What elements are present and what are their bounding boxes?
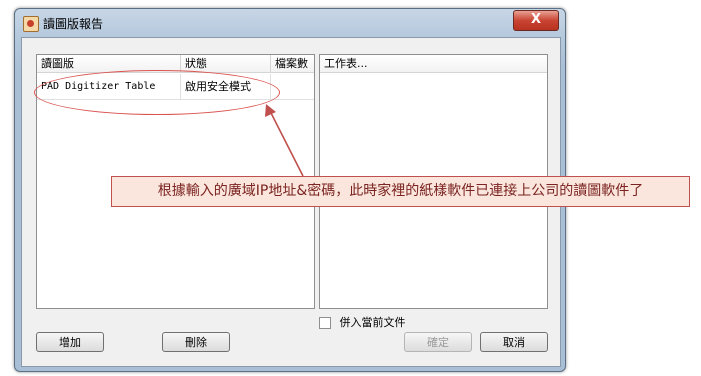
annotation-callout: 根據輸入的廣域IP地址&密碼，此時家裡的紙樣軟件已連接上公司的讀圖軟件了 [111, 176, 690, 207]
ok-button[interactable]: 確定 [404, 332, 472, 352]
merge-document-label: 併入當前文件 [339, 316, 406, 329]
cancel-button[interactable]: 取消 [480, 332, 548, 352]
column-header-file-count[interactable]: 檔案數 [271, 55, 314, 73]
app-icon [23, 16, 39, 32]
add-button[interactable]: 增加 [36, 332, 104, 352]
merge-document-checkbox[interactable] [319, 317, 331, 329]
window-title: 讀圖版報告 [43, 17, 104, 31]
delete-button[interactable]: 刪除 [162, 332, 230, 352]
merge-document-option[interactable]: 併入當前文件 [319, 314, 406, 330]
title-bar[interactable]: 讀圖版報告 X [15, 9, 565, 37]
highlight-ellipse [34, 70, 280, 115]
worksheet-header: 工作表... [320, 55, 547, 73]
close-button[interactable]: X [513, 10, 559, 31]
